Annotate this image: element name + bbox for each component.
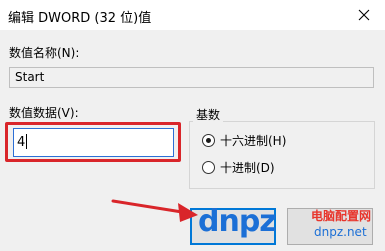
radio-hexadecimal[interactable]: 十六进制(H): [202, 132, 286, 149]
value-data-text: 4: [17, 135, 26, 150]
radio-decimal[interactable]: 十进制(D): [202, 159, 275, 176]
window-title: 编辑 DWORD (32 位)值: [8, 11, 152, 26]
radio-unchecked-icon: [202, 161, 215, 174]
value-name-label: 数值名称(N):: [9, 46, 80, 60]
watermark-logo: dnpz: [198, 204, 277, 239]
close-button[interactable]: [343, 0, 385, 30]
base-label: 基数: [193, 106, 224, 123]
value-name-field: Start: [9, 67, 374, 88]
text-caret: [26, 134, 28, 149]
close-icon: [358, 9, 370, 21]
radio-checked-icon: [202, 134, 215, 147]
value-data-input[interactable]: 4: [13, 128, 174, 157]
watermark: dnpz 电脑配置网 dnpz.net: [196, 199, 385, 251]
value-data-label: 数值数据(V):: [9, 106, 79, 120]
title-bar: 编辑 DWORD (32 位)值: [0, 0, 385, 30]
watermark-url: dnpz.net: [314, 225, 367, 239]
arrow-annotation-icon: [111, 199, 198, 222]
radio-decimal-label: 十进制(D): [220, 161, 275, 175]
radio-hexadecimal-label: 十六进制(H): [220, 134, 287, 148]
watermark-site-name: 电脑配置网: [311, 209, 372, 223]
